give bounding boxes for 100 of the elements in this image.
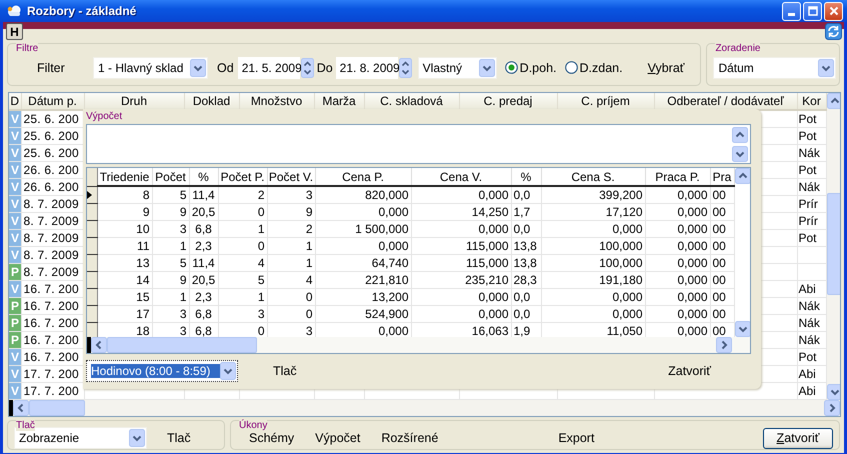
scrollbar-thumb[interactable] [826,193,840,295]
date-radio[interactable]: D.zdan. [564,60,623,74]
sort-dropdown[interactable]: Dátum [713,56,836,78]
table-cell: 14,250 [411,204,511,220]
column-header[interactable]: C. skladová [364,93,459,110]
table-cell: 6,8 [189,220,218,238]
column-header[interactable]: Cena S. [541,168,645,186]
column-header[interactable]: Cena P. [315,168,411,186]
action-button[interactable]: Schémy [249,431,294,445]
select-button[interactable]: Vybrať [648,60,684,74]
type-cell: V [9,178,21,196]
filter-label: Filter [37,60,66,74]
scroll-up-icon[interactable] [732,126,748,142]
close-button[interactable]: Zatvoriť [668,364,711,378]
text-area[interactable] [86,124,751,164]
from-label: Od [217,60,234,74]
row-header[interactable] [87,322,97,337]
column-header[interactable]: C. predaj [459,93,557,110]
period-dropdown[interactable]: Vlastný [418,56,497,78]
column-header[interactable]: Množstvo [239,93,314,110]
table-cell: 4 [218,254,267,272]
column-header[interactable]: C. príjem [557,93,654,110]
column-header[interactable]: Počet [152,168,189,186]
date-radio[interactable]: D.poh. [504,60,557,74]
column-header[interactable]: % [511,168,541,186]
warehouse-dropdown[interactable]: 1 - Hlavný sklad [93,56,208,78]
table-cell: 115,000 [411,254,511,272]
table-cell: 0 [218,238,267,254]
table-cell: 5 [152,186,189,204]
row-header[interactable] [87,238,97,254]
column-header[interactable]: Druh [84,93,184,110]
row-header[interactable] [87,306,97,322]
vertical-scrollbar[interactable] [826,93,840,400]
table-cell: 2,3 [189,238,218,254]
column-header[interactable]: Kor [797,93,826,110]
table-cell: 0,000 [411,186,511,204]
scroll-down-icon[interactable] [732,146,748,162]
minimize-button[interactable] [782,2,801,20]
print-button[interactable]: Tlač [273,364,297,378]
refresh-icon[interactable] [825,23,842,40]
row-header[interactable] [87,254,97,272]
column-header[interactable]: Marža [314,93,364,110]
table-cell: 5 [218,272,267,288]
table-cell: 9 [152,204,189,220]
table-cell: 2,3 [189,288,218,306]
group-label: Filtre [16,43,38,54]
table-cell: 00 [710,272,734,288]
type-cell: P [9,264,21,280]
type-cell: V [9,366,21,382]
column-header[interactable]: Dátum p. [21,93,84,110]
print-button[interactable]: Tlač [167,431,191,445]
column-header[interactable]: Pra [710,168,734,186]
row-header[interactable] [87,272,97,288]
action-button[interactable]: Export [558,431,594,445]
table-cell: 115,000 [411,238,511,254]
scroll-right-icon[interactable] [824,400,840,416]
print-mode-dropdown[interactable]: Zobrazenie [14,427,147,449]
table-cell: 1 [267,238,315,254]
close-button[interactable]: Zatvoriť [763,428,833,448]
column-header[interactable]: D [9,93,21,110]
scroll-down-icon[interactable] [734,321,750,337]
column-header[interactable]: Doklad [184,93,239,110]
table-cell: 17,120 [541,204,645,220]
row-header[interactable] [87,186,97,204]
scrollbar-thumb[interactable] [107,337,257,353]
close-button[interactable] [824,2,843,20]
scroll-down-icon[interactable] [826,384,840,400]
column-header[interactable]: Odberateľ / dodávateľ [654,93,797,110]
column-header[interactable]: Praca P. [645,168,710,186]
table-cell: 13,8 [511,254,541,272]
action-button[interactable]: Rozšírené [381,431,438,445]
horizontal-scrollbar[interactable] [9,400,840,416]
column-header[interactable]: Cena V. [411,168,511,186]
column-header[interactable]: Počet P. [218,168,267,186]
table-cell: 820,000 [315,186,411,204]
scroll-left-icon[interactable] [91,337,107,353]
row-header[interactable] [87,204,97,220]
column-header[interactable]: Počet V. [267,168,315,186]
row-header[interactable] [87,288,97,306]
table-cell: 1 [218,220,267,238]
scroll-up-icon[interactable] [826,93,840,109]
table-cell: 0 [218,204,267,220]
scroll-right-icon[interactable] [716,337,732,353]
scroll-up-icon[interactable] [734,168,750,184]
toolbar-button[interactable]: H [6,23,23,40]
scroll-left-icon[interactable] [13,400,29,416]
table-cell: 00 [710,220,734,238]
action-button[interactable]: Výpočet [315,431,360,445]
maximize-button[interactable] [803,2,822,20]
column-header[interactable]: % [189,168,218,186]
table-cell: 1 [267,254,315,272]
scrollbar-thumb[interactable] [29,400,85,416]
table-cell: 3 [152,306,189,322]
table-cell: Prír [798,214,818,228]
row-header[interactable] [87,220,97,238]
type-cell: V [9,246,21,264]
table-cell: 28,3 [511,272,541,288]
horizontal-scrollbar[interactable] [87,337,750,353]
column-header[interactable]: Triedenie [97,168,152,186]
grouping-dropdown[interactable]: Hodinovo (8:00 - 8:59) [86,360,238,382]
